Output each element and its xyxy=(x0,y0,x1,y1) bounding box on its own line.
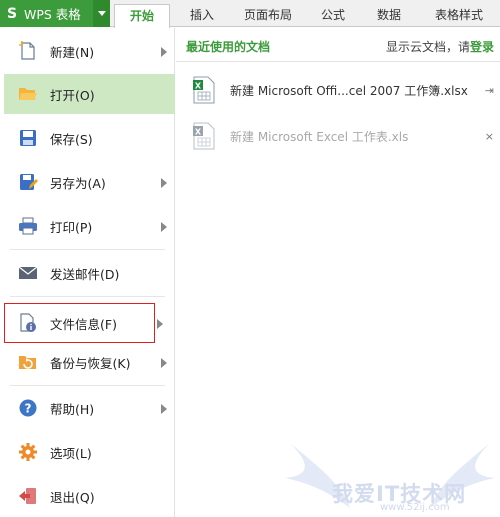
menu-item-label: 另存为(A) xyxy=(50,175,106,191)
watermark-url: www.52ij.com xyxy=(380,502,450,513)
menu-item-save[interactable]: 保存(S) xyxy=(4,118,175,158)
save-icon xyxy=(18,128,38,148)
menu-item-label: 选项(L) xyxy=(50,445,92,461)
menu-item-label: 文件信息(F) xyxy=(50,316,117,332)
menu-item-label: 新建(N) xyxy=(50,44,95,60)
menu-item-help[interactable]: ? 帮助(H) xyxy=(4,388,175,428)
recent-file-item[interactable]: X 新建 Microsoft Excel 工作表.xls × xyxy=(176,116,500,156)
pin-icon[interactable]: ⇥ xyxy=(485,84,494,97)
menu-item-backup-restore[interactable]: 备份与恢复(K) xyxy=(4,342,175,382)
app-title: WPS 表格 xyxy=(24,7,81,22)
submenu-arrow-icon xyxy=(161,357,167,368)
menu-item-print[interactable]: 打印(P) xyxy=(4,206,175,246)
mail-icon xyxy=(18,263,38,283)
tab-page-layout[interactable]: 页面布局 xyxy=(236,4,300,27)
menu-divider xyxy=(10,296,165,297)
printer-icon xyxy=(18,216,38,236)
menu-item-label: 打印(P) xyxy=(50,219,93,235)
backup-icon xyxy=(18,352,38,372)
app-dropdown-arrow-icon[interactable] xyxy=(93,0,110,27)
recent-title: 最近使用的文档 xyxy=(186,40,271,54)
menu-divider xyxy=(10,249,165,250)
help-icon: ? xyxy=(18,398,38,418)
menu-item-label: 保存(S) xyxy=(50,131,93,147)
submenu-arrow-icon xyxy=(161,403,167,414)
login-link[interactable]: 登录 xyxy=(470,40,494,54)
tab-insert[interactable]: 插入 xyxy=(178,4,226,27)
menu-item-label: 退出(Q) xyxy=(50,489,95,505)
menu-divider xyxy=(10,385,165,386)
menu-item-label: 备份与恢复(K) xyxy=(50,355,131,371)
cloud-docs-prompt: 显示云文档，请登录 xyxy=(386,38,494,55)
cloud-docs-text: 显示云文档，请 xyxy=(385,40,470,54)
menu-item-label: 打开(O) xyxy=(50,87,95,103)
file-info-icon xyxy=(18,313,38,333)
svg-text:X: X xyxy=(195,128,202,137)
close-icon[interactable]: × xyxy=(485,130,494,143)
new-document-icon xyxy=(18,41,38,61)
svg-text:?: ? xyxy=(25,402,32,416)
app-menu-button[interactable]: S WPS 表格 xyxy=(0,0,110,27)
tab-data[interactable]: 数据 xyxy=(368,4,410,27)
ribbon-tab-bar: S WPS 表格 开始 插入 页面布局 公式 数据 表格样式 xyxy=(0,0,500,28)
excel-file-icon: X xyxy=(192,76,216,104)
menu-item-label: 帮助(H) xyxy=(50,401,95,417)
menu-item-save-as[interactable]: 另存为(A) xyxy=(4,162,175,202)
tab-table-style[interactable]: 表格样式 xyxy=(428,4,490,27)
file-name: 新建 Microsoft Offi...cel 2007 工作簿.xlsx xyxy=(230,83,468,98)
gear-icon xyxy=(18,442,38,462)
svg-text:X: X xyxy=(195,82,202,91)
excel-file-icon: X xyxy=(192,122,216,150)
open-folder-icon xyxy=(18,84,38,104)
menu-item-new[interactable]: 新建(N) xyxy=(4,31,175,71)
menu-item-label: 发送邮件(D) xyxy=(50,266,120,282)
menu-item-options[interactable]: 选项(L) xyxy=(4,432,175,472)
submenu-arrow-icon xyxy=(161,46,167,57)
submenu-arrow-icon xyxy=(157,318,163,329)
submenu-arrow-icon xyxy=(161,221,167,232)
submenu-arrow-icon xyxy=(161,177,167,188)
tab-formulas[interactable]: 公式 xyxy=(312,4,354,27)
wps-logo-icon: S xyxy=(6,5,18,22)
menu-item-open[interactable]: 打开(O) xyxy=(4,74,175,114)
recent-header: 最近使用的文档 显示云文档，请登录 xyxy=(176,28,500,62)
recent-file-item[interactable]: X 新建 Microsoft Offi...cel 2007 工作簿.xlsx … xyxy=(176,70,500,110)
file-name: 新建 Microsoft Excel 工作表.xls xyxy=(230,129,409,144)
menu-item-exit[interactable]: 退出(Q) xyxy=(4,476,175,516)
tab-home[interactable]: 开始 xyxy=(114,4,170,28)
exit-icon xyxy=(18,486,38,506)
save-as-icon xyxy=(18,172,38,192)
menu-item-send-mail[interactable]: 发送邮件(D) xyxy=(4,253,175,293)
file-menu: 新建(N) 打开(O) 保存(S) 另存为(A) 打印(P) 发送邮件(D) 文… xyxy=(0,28,175,517)
menu-item-file-info[interactable]: 文件信息(F) xyxy=(4,303,155,343)
